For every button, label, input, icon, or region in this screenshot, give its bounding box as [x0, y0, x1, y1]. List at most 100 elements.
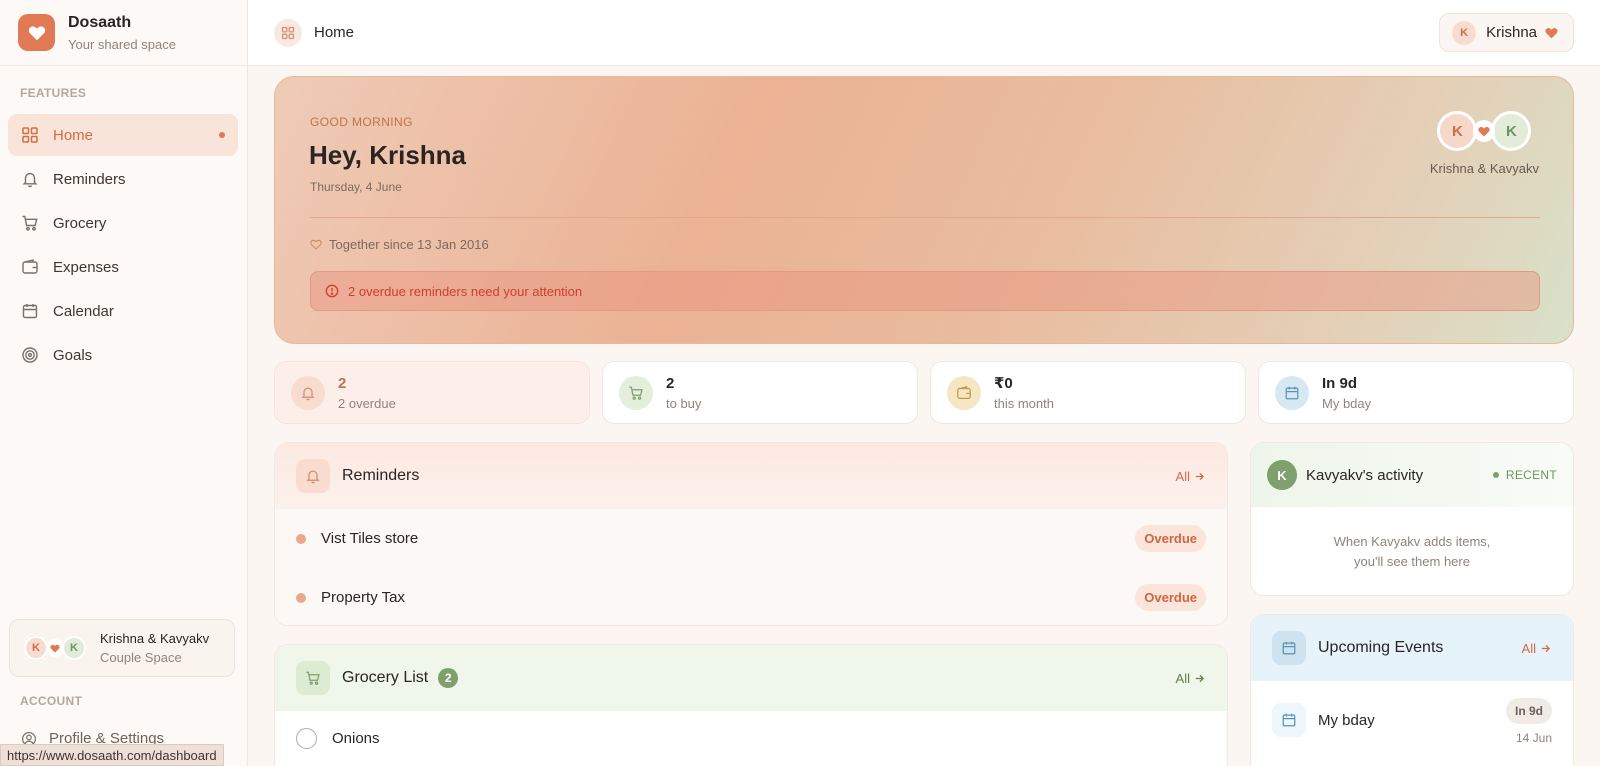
empty-state-line: When Kavyakv adds items,: [1333, 534, 1491, 549]
empty-state: When Kavyakv adds items, you'll see them…: [1251, 532, 1573, 572]
account-section-label: ACCOUNT: [20, 694, 83, 708]
avatar: K: [62, 636, 86, 660]
avatar: K: [1437, 111, 1478, 151]
overdue-alert[interactable]: 2 overdue reminders need your attention: [310, 271, 1540, 311]
stat-value: 2: [666, 374, 675, 392]
stat-value: ₹0: [994, 375, 1013, 392]
list-item[interactable]: Onions: [275, 711, 1227, 765]
couple-avatars: K K Krishna & Kavyakv: [1430, 111, 1539, 176]
grocery-item-title: Onions: [332, 729, 380, 747]
user-menu-button[interactable]: K Krishna: [1439, 13, 1574, 52]
view-all-reminders-link[interactable]: All: [1176, 469, 1205, 484]
page-title: Home: [314, 24, 355, 41]
panel-title: Upcoming Events: [1318, 639, 1444, 656]
wallet-icon: [947, 375, 981, 410]
list-item[interactable]: My bday In 9d 14 Jun: [1251, 681, 1573, 759]
sidebar-item-label: Calendar: [53, 302, 114, 320]
divider: [310, 217, 1540, 218]
calendar-icon: [22, 304, 38, 319]
activity-header: K Kavyakv's activity RECENT: [1251, 443, 1573, 507]
couple-names: Krishna & Kavyakv: [1429, 161, 1539, 176]
wallet-icon: [22, 259, 38, 274]
stat-card-expenses[interactable]: ₹0 this month: [930, 361, 1246, 424]
avatar: K: [1452, 20, 1477, 45]
target-icon: [22, 347, 38, 363]
calendar-icon: [1272, 703, 1306, 737]
item-checkbox[interactable]: [296, 727, 317, 749]
stat-label: to buy: [666, 395, 702, 411]
recent-badge: RECENT: [1492, 468, 1557, 482]
view-all-grocery-link[interactable]: All: [1176, 671, 1205, 686]
events-header: Upcoming Events All: [1251, 615, 1573, 681]
heart-outline-icon: [310, 239, 322, 250]
reminders-header: Reminders All: [275, 443, 1227, 509]
sidebar-item-label: Goals: [53, 346, 93, 364]
stat-value: In 9d: [1322, 374, 1358, 392]
empty-state-line: you'll see them here: [1354, 554, 1470, 569]
bell-icon: [22, 172, 38, 188]
heart-logo-icon: [18, 14, 55, 51]
view-all-events-link[interactable]: All: [1522, 641, 1551, 656]
recent-label: RECENT: [1505, 468, 1557, 482]
cart-icon: [22, 215, 38, 231]
grocery-header: Grocery List 2 All: [275, 645, 1227, 711]
sidebar-item-expenses[interactable]: Expenses: [8, 246, 238, 288]
sidebar-item-home[interactable]: Home: [8, 114, 238, 156]
couple-space-label: Couple Space: [100, 650, 182, 665]
grid-icon: [274, 18, 302, 47]
together-since: Together since 13 Jan 2016: [310, 237, 489, 252]
stat-label: My bday: [1322, 395, 1372, 411]
sidebar-item-grocery[interactable]: Grocery: [8, 202, 238, 244]
arrow-right-icon: [1195, 674, 1205, 683]
greeting-headline: Hey, Krishna: [309, 140, 467, 170]
list-item[interactable]: Vist Tiles store Overdue: [275, 509, 1227, 568]
current-date: Thursday, 4 June: [310, 180, 402, 194]
link-url-status-bar: https://www.dosaath.com/dashboard: [0, 744, 224, 766]
stat-card-calendar[interactable]: In 9d My bday: [1258, 361, 1574, 424]
countdown-badge: In 9d: [1505, 698, 1552, 724]
arrow-right-icon: [1541, 644, 1551, 653]
sidebar-item-reminders[interactable]: Reminders: [8, 158, 238, 200]
panel-title: Reminders: [342, 467, 420, 484]
arrow-right-icon: [1195, 472, 1205, 481]
stat-label: 2 overdue: [338, 395, 396, 411]
sidebar-item-label: Home: [53, 126, 94, 144]
sidebar-item-calendar[interactable]: Calendar: [8, 290, 238, 332]
bell-icon: [291, 375, 325, 410]
calendar-icon: [1272, 631, 1306, 665]
cart-icon: [296, 661, 330, 695]
heart-icon: [1545, 27, 1558, 38]
greeting-hero-card: GOOD MORNING Hey, Krishna Thursday, 4 Ju…: [274, 76, 1574, 344]
sidebar: Dosaath Your shared space FEATURES Home …: [0, 0, 248, 766]
couple-space-card[interactable]: K K Krishna & Kavyakv Couple Space: [9, 619, 235, 677]
avatar: K: [1267, 460, 1297, 490]
sidebar-nav: Home Reminders Grocery Expenses Calendar…: [8, 114, 238, 378]
stat-card-grocery[interactable]: 2 to buy: [602, 361, 918, 424]
heart-icon: [46, 639, 64, 657]
view-all-label: All: [1175, 469, 1190, 484]
sidebar-item-goals[interactable]: Goals: [8, 334, 238, 376]
sidebar-item-label: Reminders: [53, 170, 126, 188]
cart-icon: [619, 375, 653, 410]
avatar: K: [24, 636, 48, 660]
panel-title: Kavyakv's activity: [1306, 466, 1424, 484]
user-name: Krishna: [1486, 24, 1537, 41]
list-item[interactable]: Property Tax Overdue: [275, 568, 1227, 625]
status-dot: [296, 533, 306, 544]
reminders-panel: Reminders All Vist Tiles store Overdue P…: [274, 442, 1228, 626]
calendar-icon: [1275, 375, 1309, 410]
live-dot-icon: [1492, 472, 1499, 478]
avatar: K: [1491, 111, 1532, 151]
stat-card-reminders[interactable]: 2 2 overdue: [274, 361, 590, 424]
top-bar: Home K Krishna: [248, 0, 1600, 66]
brand-name: Dosaath: [68, 13, 132, 31]
panel-title: Grocery List: [342, 669, 429, 686]
status-dot: [296, 592, 306, 603]
greeting-label: GOOD MORNING: [310, 115, 413, 129]
grocery-panel: Grocery List 2 All Onions: [274, 644, 1228, 766]
brand[interactable]: Dosaath Your shared space: [0, 0, 247, 66]
active-indicator-dot: [219, 132, 225, 138]
event-date: 14 Jun: [1515, 731, 1552, 745]
upcoming-events-panel: Upcoming Events All My bday In 9d 14 Jun: [1250, 614, 1574, 766]
sidebar-item-label: Grocery: [53, 214, 107, 232]
